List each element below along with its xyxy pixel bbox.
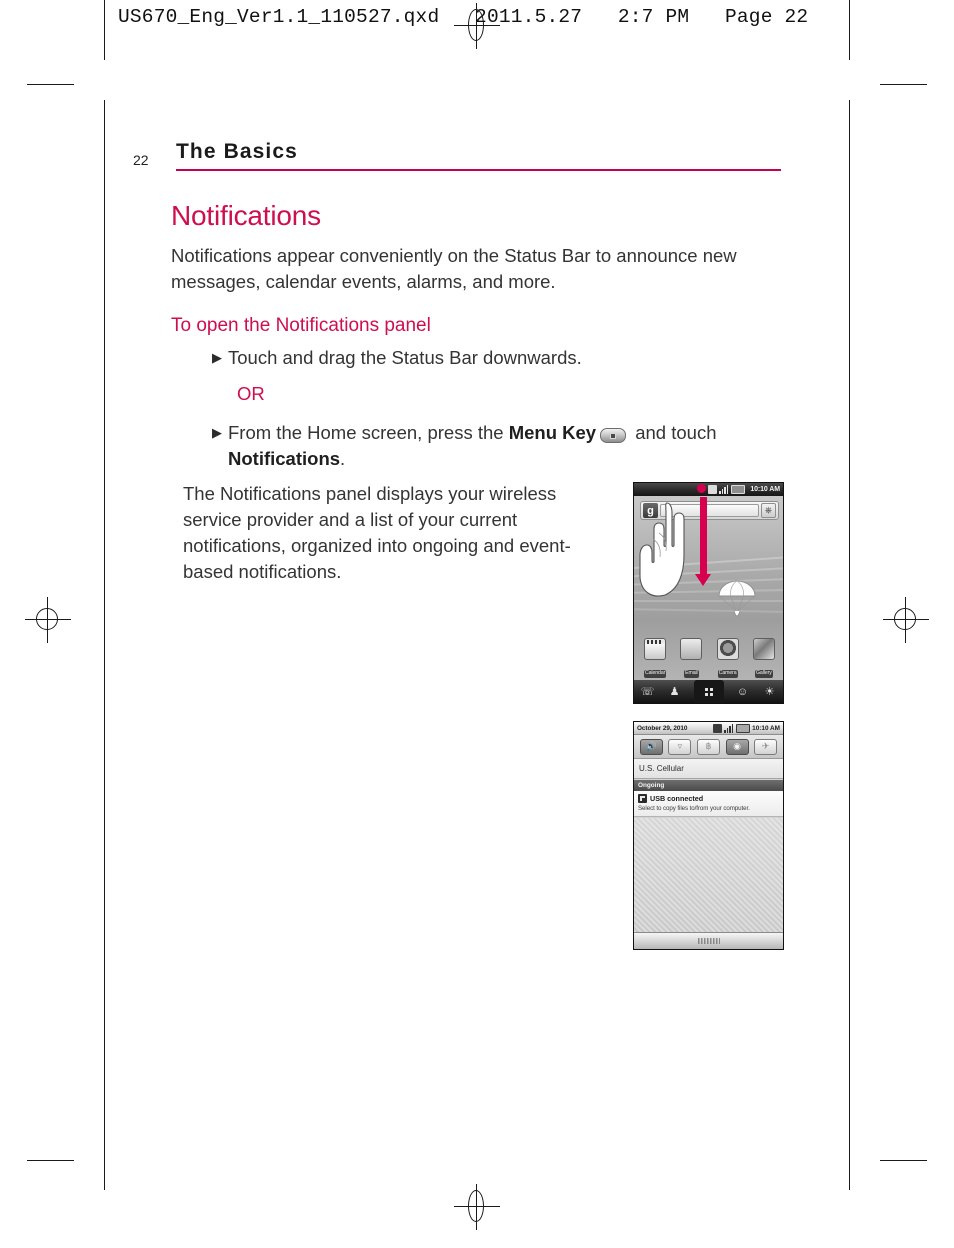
- notification-status-time: 10:10 AM: [752, 724, 780, 732]
- bullet-2-end: .: [340, 448, 346, 469]
- gallery-app-icon: [752, 638, 775, 660]
- airplane-mode-toggle[interactable]: ✈: [754, 738, 778, 755]
- registration-mark-bottom: [454, 1184, 500, 1230]
- carrier-row: U.S. Cellular: [634, 759, 783, 779]
- home-app-shortcuts: Calendar Email Camera Gallery: [637, 638, 782, 679]
- instruction-bullet-2-text: From the Home screen, press the Menu Key…: [228, 420, 792, 472]
- parachute-illustration: [718, 580, 756, 617]
- triangle-bullet-icon: ▶: [212, 425, 222, 440]
- touch-start-marker: [697, 484, 706, 493]
- phone-dock-icon[interactable]: ☏: [640, 685, 656, 699]
- registration-mark-right: [883, 597, 929, 643]
- trim-line-right: [849, 0, 850, 60]
- app-label: Calendar: [643, 669, 667, 678]
- notification-date: October 29, 2010: [637, 724, 688, 732]
- sound-toggle[interactable]: 🔊: [639, 738, 663, 755]
- sd-card-icon: [713, 723, 723, 733]
- grid-icon: [704, 687, 713, 696]
- bullet-2-lead: From the Home screen, press the: [228, 422, 509, 443]
- notifications-panel-illustration: October 29, 2010 10:10 AM 🔊 ▿ ฿ ◉ ✈ U.S.…: [633, 721, 784, 950]
- contacts-dock-icon[interactable]: ♟: [667, 685, 683, 699]
- battery-icon: [736, 723, 751, 733]
- camera-app-icon: [716, 638, 739, 660]
- signal-strength-icon: [719, 485, 729, 494]
- app-label: Email: [684, 669, 699, 678]
- app-shortcut-calendar[interactable]: Calendar: [639, 638, 671, 679]
- trim-line-right-body: [849, 100, 850, 1190]
- home-screen-illustration: 10:10 AM g ⎈ Calendar Email Camera Galle…: [633, 482, 784, 704]
- page-number: 22: [133, 152, 149, 168]
- crop-mark-top-left: [27, 84, 74, 85]
- menu-key-label: Menu Key: [508, 422, 597, 443]
- home-dock-bar: ☏ ♟ ☺ ☀: [634, 680, 783, 703]
- sd-card-icon: [708, 485, 718, 494]
- notification-status-bar: October 29, 2010 10:10 AM: [634, 722, 783, 735]
- carrier-name: U.S. Cellular: [639, 764, 684, 773]
- crop-mark-bottom-right: [880, 1160, 927, 1161]
- app-shortcut-email[interactable]: Email: [675, 638, 707, 679]
- instruction-bullet-2: ▶ From the Home screen, press the Menu K…: [212, 420, 792, 472]
- menu-key-icon: [600, 428, 627, 443]
- trim-line-left-body: [104, 100, 105, 1190]
- usb-icon: [638, 794, 647, 803]
- intro-paragraph: Notifications appear conveniently on the…: [171, 245, 737, 292]
- print-file-header: US670_Eng_Ver1.1_110527.qxd 2011.5.27 2:…: [118, 6, 809, 28]
- calendar-app-icon: [644, 638, 667, 660]
- crop-mark-top-right: [880, 84, 927, 85]
- ongoing-section-label: Ongoing: [638, 782, 665, 789]
- bluetooth-toggle[interactable]: ฿: [696, 738, 720, 755]
- notification-title: USB connected: [650, 794, 704, 803]
- registration-mark-left: [25, 597, 71, 643]
- panel-description-paragraph: The Notifications panel displays your wi…: [183, 483, 571, 582]
- email-app-icon: [680, 638, 703, 660]
- messaging-dock-icon[interactable]: ☺: [735, 685, 751, 699]
- trim-line-left: [104, 0, 105, 60]
- home-status-time: 10:10 AM: [750, 486, 780, 493]
- ongoing-section-header: Ongoing: [634, 780, 783, 791]
- chapter-title: The Basics: [176, 140, 298, 163]
- grip-icon: [697, 938, 720, 944]
- crop-mark-bottom-left: [27, 1160, 74, 1161]
- browser-dock-icon[interactable]: ☀: [762, 685, 778, 699]
- usb-notification-item[interactable]: USB connected Select to copy files to/fr…: [634, 791, 783, 817]
- google-search-widget[interactable]: g ⎈: [640, 501, 779, 520]
- or-separator: OR: [237, 383, 265, 404]
- app-shortcut-gallery[interactable]: Gallery: [748, 638, 780, 679]
- header-rule: [176, 169, 781, 171]
- app-shortcut-camera[interactable]: Camera: [712, 638, 744, 679]
- quick-settings-toggle-row: 🔊 ▿ ฿ ◉ ✈: [634, 735, 783, 759]
- section-title: Notifications: [171, 200, 321, 231]
- google-logo-icon: g: [643, 503, 658, 518]
- launcher-dock-icon[interactable]: [693, 680, 724, 703]
- notifications-menu-label: Notifications: [228, 448, 341, 469]
- notification-panel-empty-area: [634, 818, 783, 933]
- notification-status-icons: 10:10 AM: [713, 723, 780, 733]
- app-label: Gallery: [755, 669, 773, 678]
- instruction-bullet-1: ▶ Touch and drag the Status Bar downward…: [212, 345, 792, 371]
- home-status-bar: 10:10 AM: [634, 483, 783, 496]
- notification-subtitle: Select to copy files to/from your comput…: [638, 804, 750, 812]
- sub-heading: To open the Notifications panel: [171, 315, 431, 336]
- drag-direction-arrow: [695, 497, 711, 586]
- app-label: Camera: [717, 669, 738, 678]
- search-input[interactable]: [660, 504, 759, 517]
- gps-toggle[interactable]: ◉: [725, 738, 749, 755]
- triangle-bullet-icon: ▶: [212, 350, 222, 365]
- notification-title-row: USB connected: [638, 794, 779, 803]
- bullet-2-mid: and touch: [630, 422, 717, 443]
- instruction-bullet-1-text: Touch and drag the Status Bar downwards.: [228, 347, 582, 368]
- wifi-toggle[interactable]: ▿: [668, 738, 692, 755]
- battery-icon: [731, 485, 746, 494]
- home-status-icons: 10:10 AM: [708, 485, 780, 494]
- signal-strength-icon: [724, 723, 734, 733]
- microphone-icon[interactable]: ⎈: [761, 503, 776, 518]
- panel-drag-handle[interactable]: [634, 932, 783, 949]
